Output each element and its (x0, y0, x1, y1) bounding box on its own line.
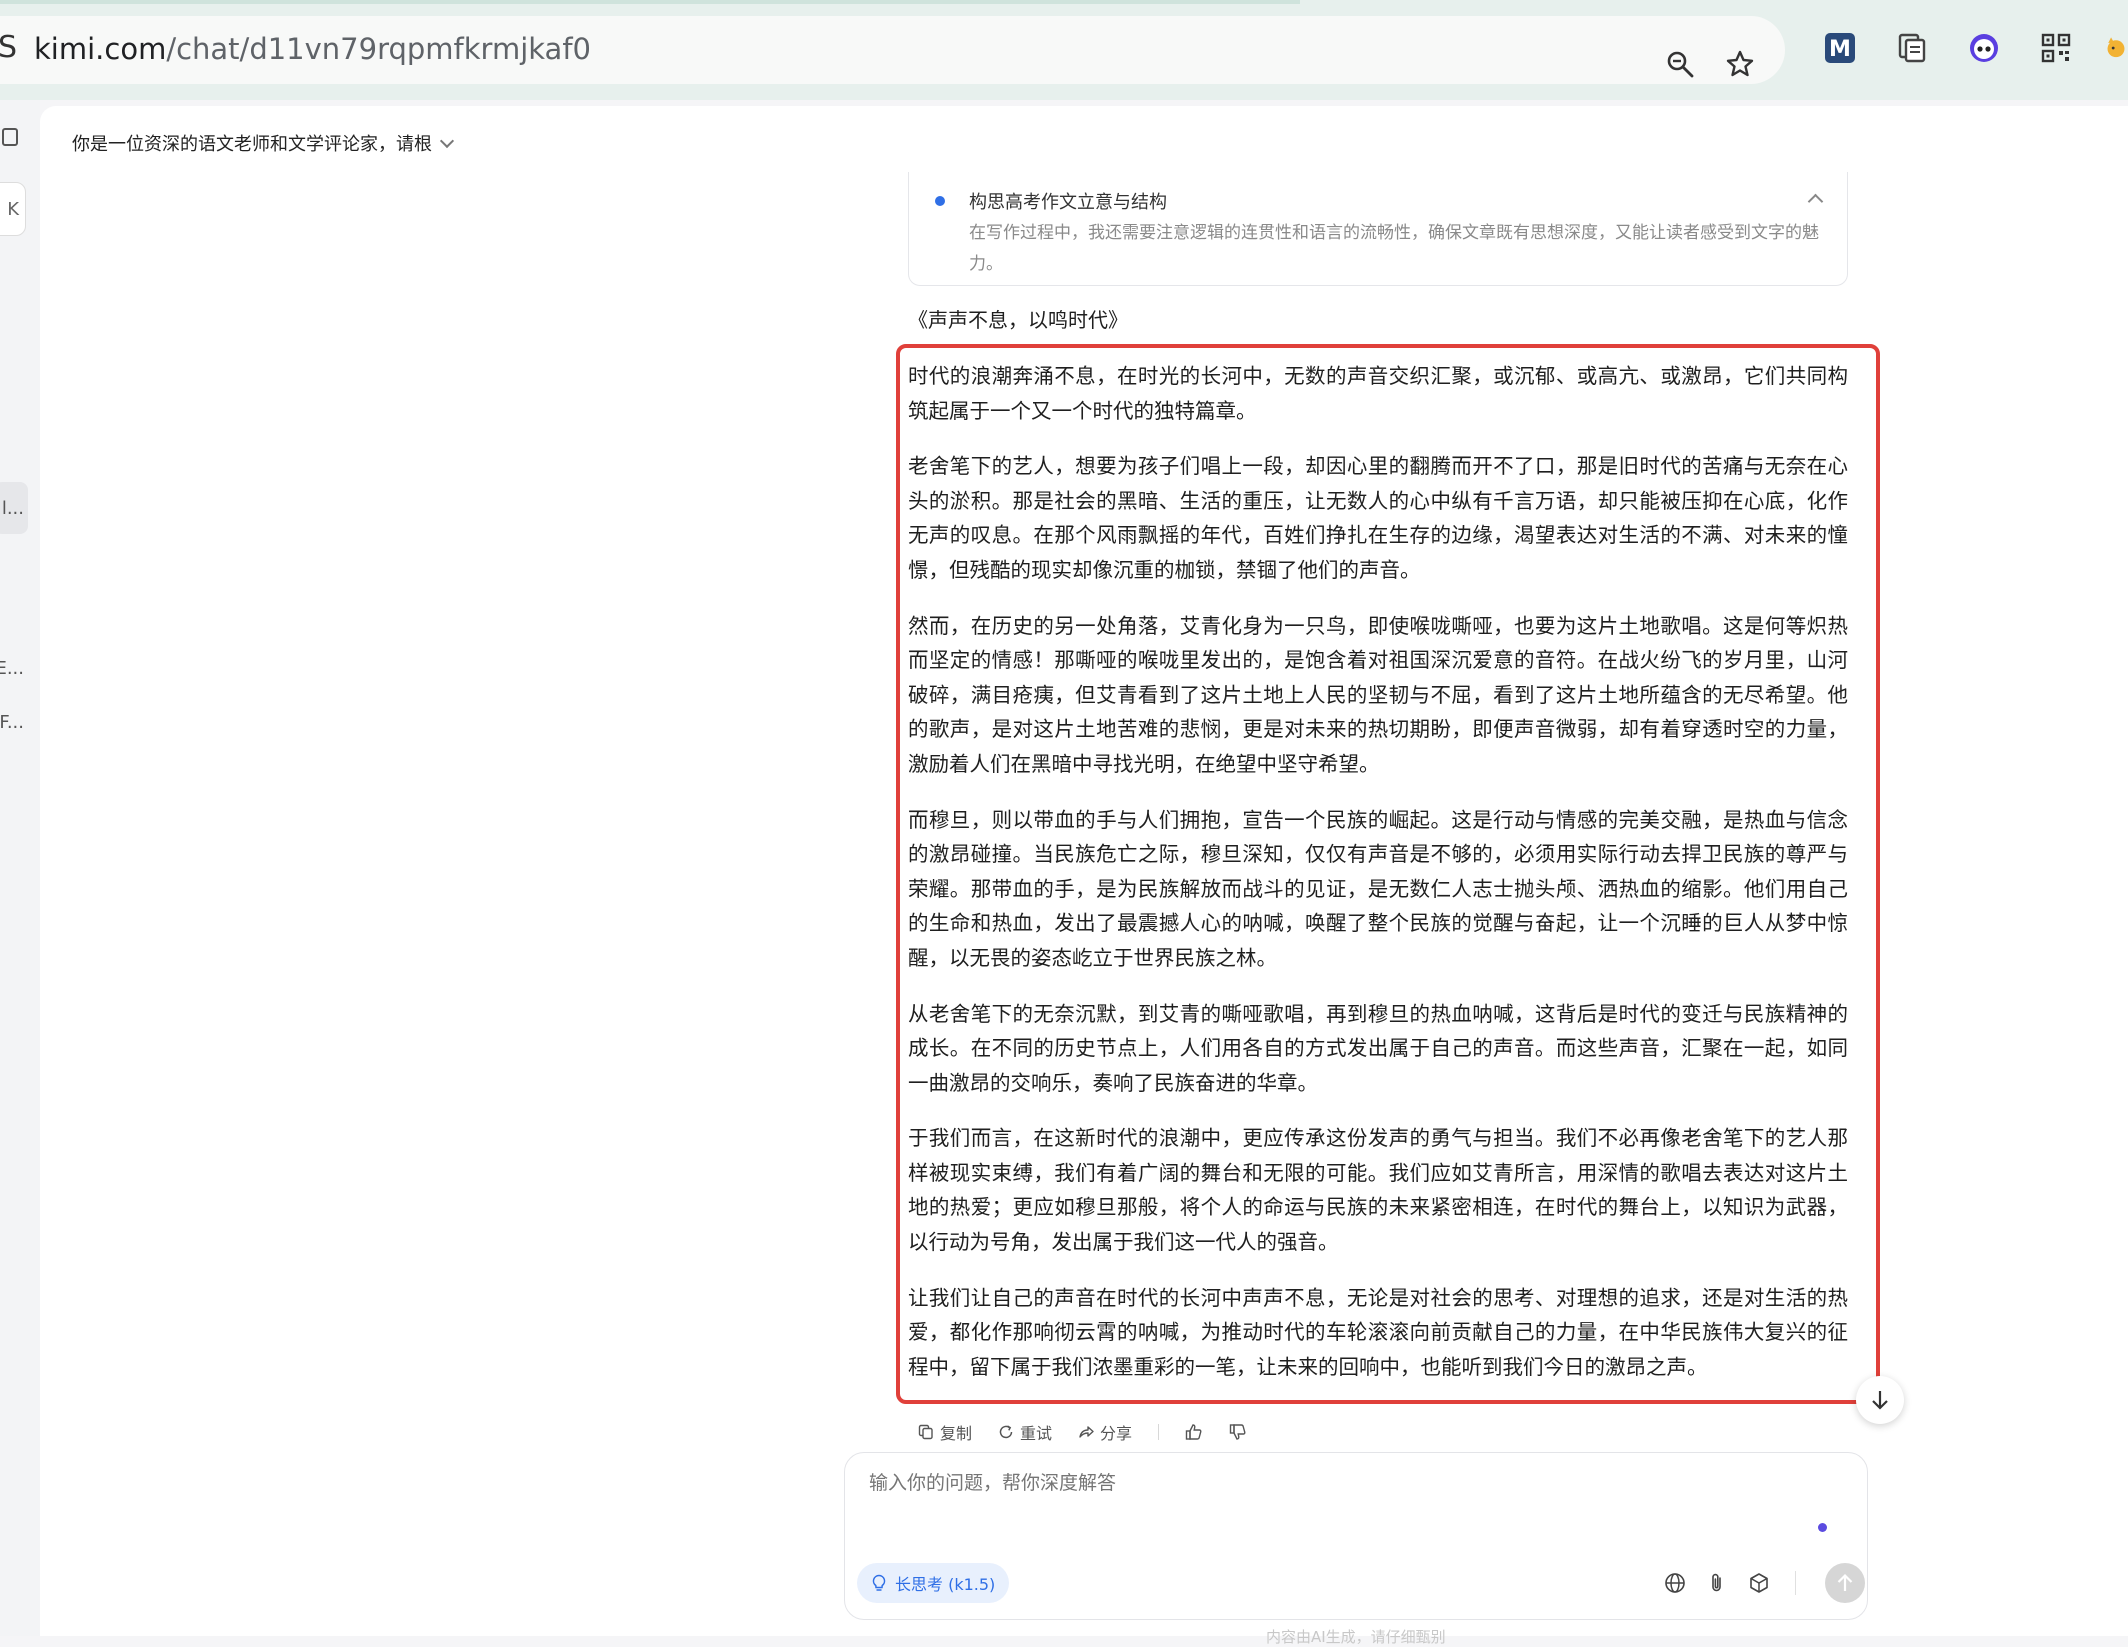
sidebar-history-item[interactable]: E... (0, 642, 28, 694)
kimi-app: K l... E... F... 你是一位资深的语文老师和文学评论家，请根 构思… (0, 100, 2128, 1646)
long-thinking-toggle[interactable]: 长思考 (k1.5) (857, 1563, 1010, 1603)
copy-icon (918, 1424, 933, 1440)
thumbs-up-icon (1185, 1424, 1202, 1440)
send-button[interactable] (1825, 1563, 1865, 1603)
essay-paragraph: 让我们让自己的声音在时代的长河中声声不息，无论是对社会的思考、对理想的追求，还是… (908, 1285, 1848, 1379)
thumbs-down-button[interactable] (1229, 1423, 1247, 1441)
essay-paragraph: 于我们而言，在这新时代的浪潮中，更应传承这份发声的勇气与担当。我们不必再像老舍笔… (908, 1126, 1848, 1255)
mode-label: 长思考 (k1.5) (895, 1575, 996, 1594)
attachment-icon[interactable] (1705, 1571, 1729, 1595)
chat-topic-dropdown[interactable]: 你是一位资深的语文老师和文学评论家，请根 (72, 130, 455, 156)
qr-code-extension-icon[interactable] (2038, 30, 2074, 66)
arrow-down-icon (1872, 1391, 1888, 1410)
copy-label: 复制 (940, 1424, 973, 1443)
m-extension-icon[interactable]: M (1822, 30, 1858, 66)
thinking-panel: 构思高考作文立意与结构 在写作过程中，我还需要注意逻辑的连贯性和语言的流畅性，确… (908, 172, 1848, 286)
retry-button[interactable]: 重试 (998, 1420, 1052, 1444)
copy-extension-icon[interactable] (1894, 30, 1930, 66)
share-icon (1079, 1426, 1094, 1438)
divider (1158, 1424, 1160, 1440)
bookmark-star-icon[interactable] (1720, 44, 1760, 84)
sidebar-history-item[interactable]: F... (0, 696, 28, 748)
message-actions: 复制 重试 分享 (918, 1420, 1247, 1444)
url-text[interactable]: kimi.com/chat/d11vn79rqpmfkrmjkaf0 (34, 32, 591, 66)
divider (1795, 1571, 1796, 1595)
zoom-icon[interactable] (1660, 44, 1700, 84)
thinking-status-dot (935, 196, 945, 206)
essay-paragraph: 老舍笔下的艺人，想要为孩子们唱上一段，却因心里的翻腾而开不了口，那是旧时代的苦痛… (908, 454, 1848, 582)
retry-label: 重试 (1020, 1424, 1053, 1443)
chat-topic-title: 你是一位资深的语文老师和文学评论家，请根 (72, 134, 432, 155)
toolbox-cube-icon[interactable] (1747, 1571, 1771, 1595)
url-path: /chat/d11vn79rqpmfkrmjkaf0 (166, 32, 591, 66)
sidebar-toggle-icon[interactable] (2, 128, 18, 146)
web-search-icon[interactable] (1663, 1571, 1687, 1595)
chat-input[interactable] (867, 1471, 1771, 1495)
essay-paragraph: 而穆旦，则以带血的手与人们拥抱，宣告一个民族的崛起。这是行动与情感的完美交融，是… (908, 807, 1848, 970)
browser-toolbar: S kimi.com/chat/d11vn79rqpmfkrmjkaf0 M (0, 0, 2128, 100)
robot-extension-icon[interactable] (1966, 30, 2002, 66)
chat-composer: 长思考 (k1.5) (844, 1452, 1868, 1620)
essay-body: 时代的浪潮奔涌不息，在时光的长河中，无数的声音交织汇聚，或沉郁、或高亢、或激昂，… (908, 359, 1848, 1405)
active-tab-strip (0, 0, 1300, 4)
essay-paragraph: 从老舍笔下的无奈沉默，到艾青的嘶哑歌唱，再到穆旦的热血呐喊，这背后是时代的变迁与… (908, 1001, 1848, 1095)
ai-disclaimer: 内容由AI生成，请仔细甄别 (1266, 1628, 1446, 1646)
scroll-to-bottom-button[interactable] (1856, 1376, 1904, 1424)
copy-button[interactable]: 复制 (918, 1420, 972, 1444)
url-host: kimi.com (34, 32, 167, 66)
sidebar: K l... E... F... (0, 100, 40, 1636)
essay-title: 《声声不息，以鸣时代》 (908, 308, 1128, 332)
arrow-up-icon (1837, 1573, 1853, 1591)
search-shortcut-button[interactable]: K (0, 182, 26, 236)
history-item-label: l... (1, 497, 24, 519)
chat-main: 你是一位资深的语文老师和文学评论家，请根 构思高考作文立意与结构 在写作过程中，… (40, 106, 2128, 1646)
collapse-chevron-icon[interactable] (1807, 193, 1824, 210)
essay-paragraph: 时代的浪潮奔涌不息，在时光的长河中，无数的声音交织汇聚，或沉郁、或高亢、或激昂，… (908, 364, 1848, 423)
address-bar[interactable]: S kimi.com/chat/d11vn79rqpmfkrmjkaf0 (0, 16, 1785, 84)
share-button[interactable]: 分享 (1078, 1420, 1132, 1444)
history-item-label: F... (0, 711, 24, 733)
history-item-label: E... (0, 657, 24, 679)
cat-extension-icon[interactable] (2104, 30, 2128, 66)
svg-text:M: M (1829, 37, 1851, 62)
sidebar-history-item-active[interactable]: l... (0, 482, 28, 534)
thinking-step-text: 在写作过程中，我还需要注意逻辑的连贯性和语言的流畅性，确保文章既有思想深度，又能… (969, 223, 1819, 274)
thumbs-up-button[interactable] (1185, 1423, 1203, 1441)
share-label: 分享 (1100, 1424, 1133, 1443)
refresh-icon (999, 1425, 1013, 1439)
thinking-step-title: 构思高考作文立意与结构 (969, 192, 1167, 213)
shortcut-label: K (7, 198, 19, 220)
thumbs-down-icon (1229, 1424, 1246, 1440)
lightbulb-icon (872, 1574, 886, 1591)
composer-status-dot (1818, 1523, 1827, 1532)
site-info-icon[interactable]: S (0, 30, 17, 65)
essay-paragraph: 然而，在历史的另一处角落，艾青化身为一只鸟，即使喉咙嘶哑，也要为这片土地歌唱。这… (908, 613, 1848, 776)
chevron-down-icon (439, 133, 455, 149)
